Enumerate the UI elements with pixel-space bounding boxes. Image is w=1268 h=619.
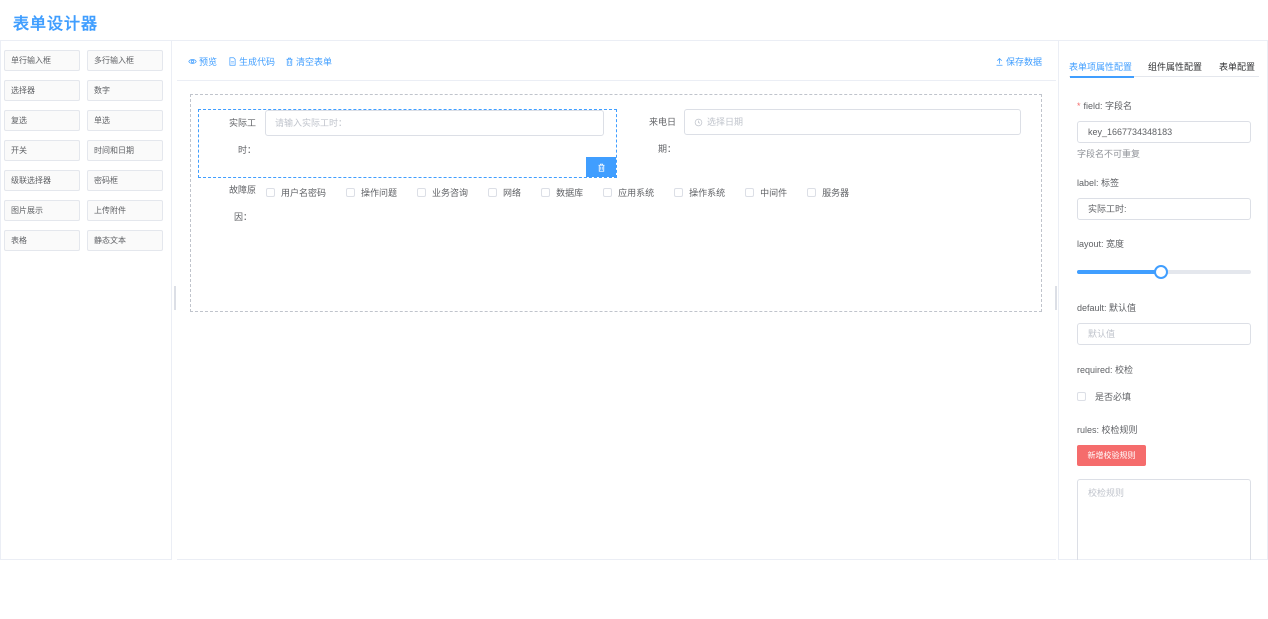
call-date-label-1: 来电日 bbox=[648, 117, 676, 127]
slider-handle[interactable] bbox=[1153, 265, 1168, 279]
field-name-hint: 字段名不可重复 bbox=[1077, 149, 1141, 159]
palette-item-multi-line-input[interactable]: 多行输入框 bbox=[87, 50, 163, 71]
checkbox-username-password[interactable]: 用户名密码 bbox=[266, 186, 326, 199]
checkbox-label: 应用系统 bbox=[618, 188, 655, 198]
checkbox-box[interactable] bbox=[541, 188, 551, 197]
checkbox-label: 中间件 bbox=[760, 188, 788, 198]
checkbox-label: 服务器 bbox=[822, 188, 850, 198]
palette-item-static-text[interactable]: 静态文本 bbox=[87, 230, 163, 251]
upload-icon bbox=[996, 57, 1003, 66]
checkbox-box[interactable] bbox=[674, 188, 684, 197]
checkbox-business-consult[interactable]: 业务咨询 bbox=[417, 186, 468, 199]
trash-icon bbox=[598, 163, 604, 172]
generate-code-label: 生成代码 bbox=[239, 57, 276, 67]
required-checkbox-label: 是否必填 bbox=[1095, 392, 1132, 402]
field-name-label: * field: 字段名 bbox=[1077, 99, 1132, 112]
palette-item-cascader[interactable]: 级联选择器 bbox=[4, 170, 80, 191]
form-canvas: 实际工 时： 请输入实际工时： 来电日 期： 选择日期 故障原 因： 用户名密码… bbox=[190, 94, 1042, 312]
default-label: default: 默认值 bbox=[1077, 303, 1137, 313]
checkbox-label: 操作问题 bbox=[361, 188, 398, 198]
rules-label: rules: 校检规则 bbox=[1077, 425, 1138, 435]
checkbox-box[interactable] bbox=[1077, 392, 1086, 401]
palette-item-radio[interactable]: 单选 bbox=[87, 110, 163, 131]
palette-item-select[interactable]: 选择器 bbox=[4, 80, 80, 101]
clock-icon bbox=[694, 118, 703, 126]
checkbox-operation-issue[interactable]: 操作问题 bbox=[346, 186, 397, 199]
config-tabs: 表单项属性配置 组件属性配置 表单配置 bbox=[1069, 57, 1259, 77]
rules-textarea[interactable]: 校检规则 bbox=[1077, 479, 1251, 560]
checkbox-network[interactable]: 网络 bbox=[488, 186, 521, 199]
required-mark: * bbox=[1077, 101, 1081, 111]
fault-cause-checkbox-group: 用户名密码 操作问题 业务咨询 网络 数据库 应用系统 操作系统 中间件 服务器 bbox=[266, 186, 869, 199]
field-name-label-text: field: 字段名 bbox=[1083, 101, 1133, 111]
tab-form-item-config[interactable]: 表单项属性配置 bbox=[1069, 60, 1132, 73]
call-date-placeholder: 选择日期 bbox=[707, 117, 744, 127]
palette-item-image[interactable]: 图片展示 bbox=[4, 200, 80, 221]
delete-item-button[interactable] bbox=[586, 157, 616, 177]
actual-hours-label-1: 实际工 bbox=[228, 118, 256, 128]
save-data-button[interactable]: 保存数据 bbox=[995, 55, 1042, 68]
checkbox-label: 操作系统 bbox=[689, 188, 726, 198]
component-palette: 单行输入框 多行输入框 选择器 数字 复选 单选 开关 时间和日期 级联选择器 … bbox=[0, 41, 172, 560]
preview-button[interactable]: 预览 bbox=[188, 55, 217, 68]
checkbox-label: 用户名密码 bbox=[281, 188, 327, 198]
palette-item-datetime[interactable]: 时间和日期 bbox=[87, 140, 163, 161]
label-prop-label: label: 标签 bbox=[1077, 178, 1120, 188]
add-rule-button[interactable]: 新增校验规则 bbox=[1077, 445, 1146, 466]
palette-item-single-line-input[interactable]: 单行输入框 bbox=[4, 50, 80, 71]
tab-component-config[interactable]: 组件属性配置 bbox=[1148, 60, 1202, 73]
slider-fill bbox=[1077, 270, 1161, 274]
active-tab-indicator bbox=[1070, 76, 1134, 78]
checkbox-database[interactable]: 数据库 bbox=[541, 186, 583, 199]
checkbox-box[interactable] bbox=[417, 188, 427, 197]
actual-hours-input[interactable]: 请输入实际工时： bbox=[265, 110, 604, 136]
palette-item-upload[interactable]: 上传附件 bbox=[87, 200, 163, 221]
actual-hours-label-2: 时： bbox=[237, 145, 256, 155]
checkbox-label: 数据库 bbox=[556, 188, 584, 198]
required-label: required: 校检 bbox=[1077, 365, 1134, 375]
tab-form-config[interactable]: 表单配置 bbox=[1219, 60, 1255, 73]
palette-item-checkbox[interactable]: 复选 bbox=[4, 110, 80, 131]
designer-area: 预览 生成代码 清空表单 保存数据 实际工 时： 请输入实际工时： 来电日 期： bbox=[177, 41, 1056, 560]
left-resize-handle[interactable] bbox=[174, 286, 176, 310]
call-date-picker[interactable]: 选择日期 bbox=[684, 109, 1021, 135]
fault-cause-label-1: 故障原 bbox=[228, 185, 256, 195]
palette-item-table[interactable]: 表格 bbox=[4, 230, 80, 251]
checkbox-box[interactable] bbox=[266, 188, 275, 197]
fault-cause-label-2: 因： bbox=[233, 212, 252, 222]
clear-form-button[interactable]: 清空表单 bbox=[285, 55, 332, 68]
checkbox-box[interactable] bbox=[807, 188, 817, 197]
layout-label: layout: 宽度 bbox=[1077, 239, 1125, 249]
generate-code-button[interactable]: 生成代码 bbox=[228, 55, 275, 68]
checkbox-application-system[interactable]: 应用系统 bbox=[603, 186, 654, 199]
checkbox-box[interactable] bbox=[488, 188, 498, 197]
designer-toolbar: 预览 生成代码 清空表单 保存数据 bbox=[177, 41, 1056, 81]
default-value-input[interactable]: 默认值 bbox=[1077, 323, 1251, 345]
palette-item-switch[interactable]: 开关 bbox=[4, 140, 80, 161]
checkbox-box[interactable] bbox=[603, 188, 613, 197]
eye-icon bbox=[188, 59, 197, 64]
call-date-label-2: 期： bbox=[657, 144, 676, 154]
required-checkbox[interactable]: 是否必填 bbox=[1077, 390, 1131, 403]
clear-form-label: 清空表单 bbox=[296, 57, 333, 67]
selected-form-item[interactable]: 实际工 时： 请输入实际工时： bbox=[198, 109, 617, 178]
field-name-input[interactable]: key_1667734348183 bbox=[1077, 121, 1251, 143]
palette-item-number[interactable]: 数字 bbox=[87, 80, 163, 101]
layout-width-slider[interactable] bbox=[1077, 265, 1251, 279]
checkbox-middleware[interactable]: 中间件 bbox=[745, 186, 787, 199]
app-title: 表单设计器 bbox=[13, 16, 99, 33]
checkbox-server[interactable]: 服务器 bbox=[807, 186, 849, 199]
checkbox-label: 业务咨询 bbox=[432, 188, 469, 198]
save-data-label: 保存数据 bbox=[1006, 57, 1043, 67]
checkbox-box[interactable] bbox=[745, 188, 755, 197]
preview-label: 预览 bbox=[199, 57, 218, 67]
palette-item-password[interactable]: 密码框 bbox=[87, 170, 163, 191]
label-input[interactable]: 实际工时: bbox=[1077, 198, 1251, 220]
trash-icon bbox=[286, 57, 293, 66]
document-icon bbox=[229, 57, 236, 66]
checkbox-operating-system[interactable]: 操作系统 bbox=[674, 186, 725, 199]
checkbox-label: 网络 bbox=[503, 188, 522, 198]
config-panel: 表单项属性配置 组件属性配置 表单配置 * field: 字段名 key_1667… bbox=[1058, 41, 1268, 560]
checkbox-box[interactable] bbox=[346, 188, 356, 197]
